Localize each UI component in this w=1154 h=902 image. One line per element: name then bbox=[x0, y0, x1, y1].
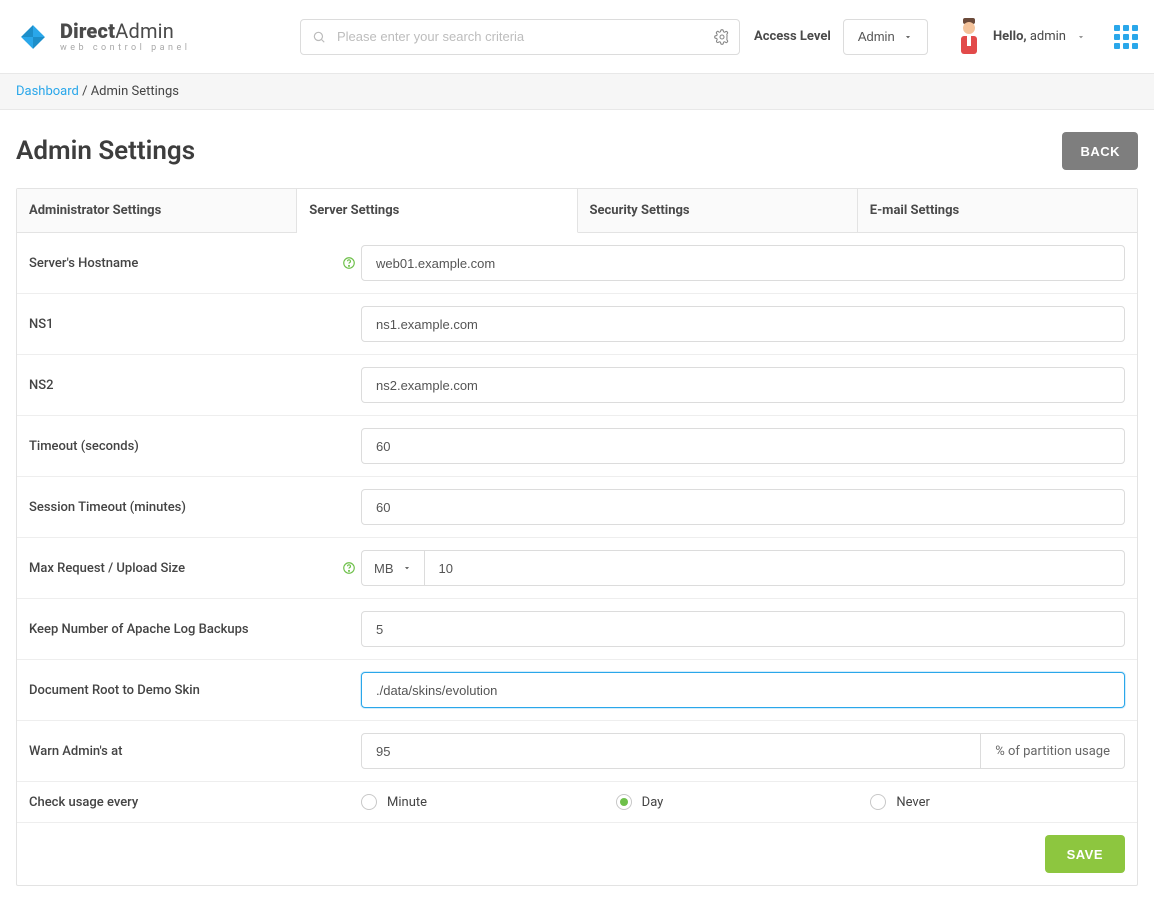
search-input[interactable] bbox=[300, 19, 740, 55]
panel-footer: SAVE bbox=[17, 823, 1137, 885]
suffix-warn: % of partition usage bbox=[981, 733, 1125, 769]
apps-icon[interactable] bbox=[1114, 25, 1138, 49]
radio-icon bbox=[870, 794, 886, 810]
label-ns2: NS2 bbox=[29, 378, 361, 393]
help-icon[interactable] bbox=[341, 560, 357, 576]
label-session: Session Timeout (minutes) bbox=[29, 500, 361, 515]
label-maxreq: Max Request / Upload Size bbox=[29, 561, 341, 576]
input-warn[interactable] bbox=[361, 733, 981, 769]
row-ns2: NS2 bbox=[17, 355, 1137, 416]
label-timeout: Timeout (seconds) bbox=[29, 439, 361, 454]
radio-icon bbox=[361, 794, 377, 810]
back-button[interactable]: BACK bbox=[1062, 132, 1138, 170]
access-level-label: Access Level bbox=[754, 29, 831, 44]
input-timeout[interactable] bbox=[361, 428, 1125, 464]
chevron-down-icon bbox=[903, 32, 913, 42]
input-session[interactable] bbox=[361, 489, 1125, 525]
input-ns1[interactable] bbox=[361, 306, 1125, 342]
brand-name: DirectAdmin bbox=[60, 21, 190, 41]
help-icon[interactable] bbox=[341, 255, 357, 271]
settings-tabs: Administrator Settings Server Settings S… bbox=[17, 189, 1137, 233]
breadcrumb-home[interactable]: Dashboard bbox=[16, 84, 79, 99]
tab-server[interactable]: Server Settings bbox=[297, 189, 577, 233]
row-session: Session Timeout (minutes) bbox=[17, 477, 1137, 538]
input-docroot[interactable] bbox=[361, 672, 1125, 708]
row-hostname: Server's Hostname bbox=[17, 233, 1137, 294]
save-button[interactable]: SAVE bbox=[1045, 835, 1125, 873]
topbar: DirectAdmin web control panel Access Lev… bbox=[0, 0, 1154, 74]
row-warn: Warn Admin's at % of partition usage bbox=[17, 721, 1137, 782]
chevron-down-icon bbox=[402, 563, 412, 573]
radio-never[interactable]: Never bbox=[870, 794, 1125, 810]
label-apachelogs: Keep Number of Apache Log Backups bbox=[29, 622, 361, 637]
radio-minute[interactable]: Minute bbox=[361, 794, 616, 810]
access-level-value: Admin bbox=[858, 29, 895, 44]
access-level: Access Level Admin bbox=[754, 19, 928, 55]
input-apachelogs[interactable] bbox=[361, 611, 1125, 647]
row-apachelogs: Keep Number of Apache Log Backups bbox=[17, 599, 1137, 660]
input-ns2[interactable] bbox=[361, 367, 1125, 403]
label-ns1: NS1 bbox=[29, 317, 361, 332]
select-maxreq-unit[interactable]: MB bbox=[361, 550, 424, 586]
logo-icon bbox=[16, 20, 50, 54]
breadcrumb-current: Admin Settings bbox=[91, 84, 179, 99]
row-maxreq: Max Request / Upload Size MB bbox=[17, 538, 1137, 599]
row-docroot: Document Root to Demo Skin bbox=[17, 660, 1137, 721]
label-hostname: Server's Hostname bbox=[29, 256, 341, 271]
search-icon bbox=[312, 30, 326, 44]
tab-email[interactable]: E-mail Settings bbox=[858, 189, 1137, 232]
row-timeout: Timeout (seconds) bbox=[17, 416, 1137, 477]
breadcrumb: Dashboard / Admin Settings bbox=[0, 74, 1154, 110]
avatar bbox=[955, 16, 983, 58]
gear-icon[interactable] bbox=[714, 29, 730, 45]
access-level-select[interactable]: Admin bbox=[843, 19, 928, 55]
radio-day[interactable]: Day bbox=[616, 794, 871, 810]
row-ns1: NS1 bbox=[17, 294, 1137, 355]
input-hostname[interactable] bbox=[361, 245, 1125, 281]
input-maxreq[interactable] bbox=[424, 550, 1126, 586]
logo[interactable]: DirectAdmin web control panel bbox=[16, 20, 300, 54]
page-header: Admin Settings BACK bbox=[0, 110, 1154, 188]
settings-panel: Administrator Settings Server Settings S… bbox=[16, 188, 1138, 886]
label-warn: Warn Admin's at bbox=[29, 744, 361, 759]
row-checkusage: Check usage every Minute Day Never bbox=[17, 782, 1137, 823]
tab-administrator[interactable]: Administrator Settings bbox=[17, 189, 297, 232]
page-title: Admin Settings bbox=[16, 136, 195, 166]
greeting: Hello, admin bbox=[993, 29, 1066, 44]
search bbox=[300, 19, 740, 55]
radio-icon bbox=[616, 794, 632, 810]
tab-security[interactable]: Security Settings bbox=[578, 189, 858, 232]
brand-sub: web control panel bbox=[60, 44, 190, 53]
chevron-down-icon bbox=[1076, 32, 1086, 42]
label-checkusage: Check usage every bbox=[29, 795, 361, 810]
label-docroot: Document Root to Demo Skin bbox=[29, 683, 361, 698]
user-menu[interactable]: Hello, admin bbox=[955, 16, 1138, 58]
